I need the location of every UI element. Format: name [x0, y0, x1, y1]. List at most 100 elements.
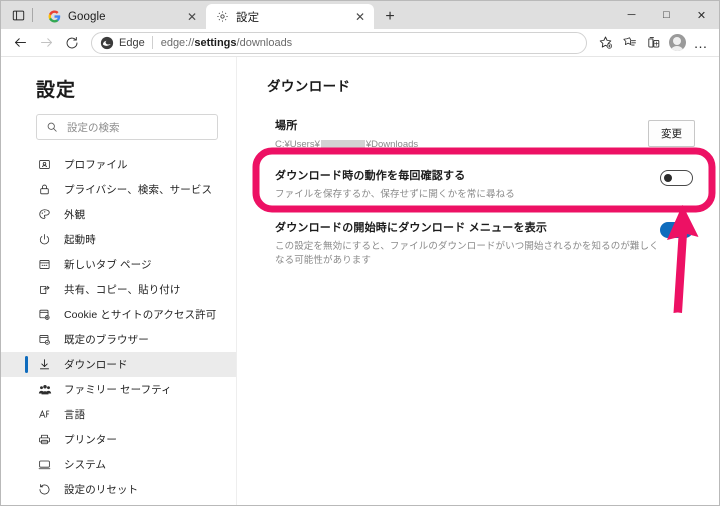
- change-location-button[interactable]: 変更: [648, 120, 695, 147]
- sidebar-item-startup[interactable]: 起動時: [1, 227, 236, 252]
- settings-sidebar: 設定 設定の検索 プロファイル プライバシー、検索、サービス 外観 起動時 新し…: [1, 57, 237, 505]
- location-title: 場所: [275, 120, 298, 132]
- tabstrip-divider: [32, 8, 33, 22]
- new-tab-button[interactable]: +: [377, 4, 403, 29]
- sidebar-item-label: Cookie とサイトのアクセス許可: [64, 309, 217, 321]
- collections-icon[interactable]: [641, 31, 665, 55]
- url-text: edge://settings/downloads: [161, 37, 292, 49]
- sidebar-item-printers[interactable]: プリンター: [1, 427, 236, 452]
- download-path: C:¥Users¥ ¥Downloads: [275, 139, 648, 150]
- profile-avatar[interactable]: [665, 31, 689, 55]
- redacted-username: [320, 139, 365, 150]
- url-bold-segment: settings: [194, 36, 237, 49]
- setting-title: ダウンロードの開始時にダウンロード メニューを表示: [275, 222, 548, 234]
- show-downloads-menu-row: ダウンロードの開始時にダウンロード メニューを表示 この設定を無効にすると、ファ…: [267, 211, 697, 277]
- page-body: 設定 設定の検索 プロファイル プライバシー、検索、サービス 外観 起動時 新し…: [1, 57, 719, 505]
- family-safety-icon: [36, 381, 53, 398]
- sidebar-item-reset-settings[interactable]: 設定のリセット: [1, 477, 236, 502]
- ask-where-to-save-texts: ダウンロード時の動作を毎回確認する ファイルを保存するか、保存せずに開くかを常に…: [275, 168, 660, 202]
- page-title: 設定: [36, 80, 77, 101]
- cookie-icon: [36, 306, 53, 323]
- sidebar-item-label: 起動時: [64, 234, 96, 246]
- power-icon: [36, 231, 53, 248]
- sidebar-item-appearance[interactable]: 外観: [1, 202, 236, 227]
- url-prefix: edge://: [160, 36, 195, 49]
- window-controls: ─ □ ✕: [614, 1, 719, 29]
- new-tab-page-icon: [36, 256, 53, 273]
- sidebar-item-downloads[interactable]: ダウンロード: [1, 352, 236, 377]
- settings-main-panel: ダウンロード 場所 C:¥Users¥ ¥Downloads 変更 ダウンロード…: [237, 57, 719, 505]
- system-icon: [36, 456, 53, 473]
- sidebar-item-label: 新しいタブ ページ: [64, 259, 152, 271]
- show-downloads-menu-toggle[interactable]: [660, 222, 693, 238]
- ask-where-to-save-row: ダウンロード時の動作を毎回確認する ファイルを保存するか、保存せずに開くかを常に…: [267, 159, 697, 211]
- url-suffix: /downloads: [236, 36, 293, 49]
- back-button[interactable]: [7, 31, 33, 55]
- sidebar-item-label: 設定のリセット: [64, 484, 139, 496]
- favorites-list-icon[interactable]: [617, 31, 641, 55]
- sidebar-item-system[interactable]: システム: [1, 452, 236, 477]
- avatar: [668, 34, 686, 51]
- sidebar-item-label: システム: [64, 459, 107, 471]
- share-icon: [36, 281, 53, 298]
- sidebar-item-privacy[interactable]: プライバシー、検索、サービス: [1, 177, 236, 202]
- sidebar-item-label: 既定のブラウザー: [64, 334, 149, 346]
- address-bar[interactable]: Edge edge://settings/downloads: [91, 31, 587, 54]
- show-downloads-menu-texts: ダウンロードの開始時にダウンロード メニューを表示 この設定を無効にすると、ファ…: [275, 220, 660, 268]
- tab-close-icon[interactable]: ✕: [352, 9, 368, 25]
- address-divider: [151, 36, 153, 49]
- sidebar-item-new-tab-page[interactable]: 新しいタブ ページ: [1, 252, 236, 277]
- tab-strip: Google ✕ 設定 ✕ + ─ □ ✕: [1, 1, 719, 29]
- more-settings-icon[interactable]: …: [689, 31, 713, 55]
- language-icon: [36, 406, 53, 423]
- section-heading: ダウンロード: [267, 79, 351, 94]
- settings-nav-list: プロファイル プライバシー、検索、サービス 外観 起動時 新しいタブ ページ 共…: [1, 152, 236, 506]
- browser-tab-google[interactable]: Google ✕: [38, 4, 206, 29]
- path-prefix: C:¥Users¥: [275, 139, 320, 150]
- brand-label: Edge: [119, 36, 145, 49]
- google-icon: [47, 10, 61, 24]
- sidebar-item-family-safety[interactable]: ファミリー セーフティ: [1, 377, 236, 402]
- edge-logo-icon: [100, 36, 114, 50]
- sidebar-item-label: ファミリー セーフティ: [64, 384, 172, 396]
- forward-button: [33, 31, 59, 55]
- browser-tab-settings[interactable]: 設定 ✕: [206, 4, 374, 29]
- minimize-button[interactable]: ─: [614, 1, 649, 29]
- sidebar-item-phone-other-devices[interactable]: スマートフォンとその他のデバイス: [1, 502, 236, 506]
- profile-icon: [36, 156, 53, 173]
- sidebar-item-label: 外観: [64, 209, 86, 221]
- sidebar-item-label: 共有、コピー、貼り付け: [64, 284, 181, 296]
- setting-title: ダウンロード時の動作を毎回確認する: [275, 170, 466, 182]
- palette-icon: [36, 206, 53, 223]
- sidebar-item-label: プロファイル: [64, 159, 128, 171]
- ask-where-to-save-toggle[interactable]: [660, 170, 693, 186]
- sidebar-item-languages[interactable]: 言語: [1, 402, 236, 427]
- maximize-button[interactable]: □: [649, 1, 684, 29]
- search-settings-input[interactable]: 設定の検索: [36, 114, 218, 140]
- search-icon: [46, 121, 58, 133]
- browser-toolbar: Edge edge://settings/downloads …: [1, 29, 719, 57]
- location-row: 場所 C:¥Users¥ ¥Downloads 変更: [267, 109, 697, 159]
- tab-title: Google: [68, 10, 106, 23]
- lock-icon: [36, 181, 53, 198]
- location-texts: 場所 C:¥Users¥ ¥Downloads: [275, 118, 648, 150]
- sidebar-item-share-copy-paste[interactable]: 共有、コピー、貼り付け: [1, 277, 236, 302]
- browser-window: Google ✕ 設定 ✕ + ─ □ ✕ Edge edge://settin…: [0, 0, 720, 506]
- tab-title: 設定: [236, 11, 260, 24]
- sidebar-item-label: ダウンロード: [64, 359, 128, 371]
- sidebar-item-default-browser[interactable]: 既定のブラウザー: [1, 327, 236, 352]
- setting-subtitle: この設定を無効にすると、ファイルのダウンロードがいつ開始されるかを知るのが難しく…: [275, 241, 659, 266]
- sidebar-item-cookies[interactable]: Cookie とサイトのアクセス許可: [1, 302, 236, 327]
- close-button[interactable]: ✕: [684, 1, 719, 29]
- search-placeholder: 設定の検索: [67, 121, 120, 134]
- default-browser-icon: [36, 331, 53, 348]
- path-suffix: ¥Downloads: [365, 139, 419, 150]
- tab-search-icon[interactable]: [7, 4, 29, 26]
- setting-subtitle: ファイルを保存するか、保存せずに開くかを常に尋ねる: [275, 189, 515, 200]
- gear-icon: [215, 10, 229, 24]
- sidebar-item-label: プリンター: [64, 434, 117, 446]
- refresh-button[interactable]: [59, 31, 85, 55]
- sidebar-item-profile[interactable]: プロファイル: [1, 152, 236, 177]
- tab-close-icon[interactable]: ✕: [184, 9, 200, 25]
- add-favorite-icon[interactable]: [593, 31, 617, 55]
